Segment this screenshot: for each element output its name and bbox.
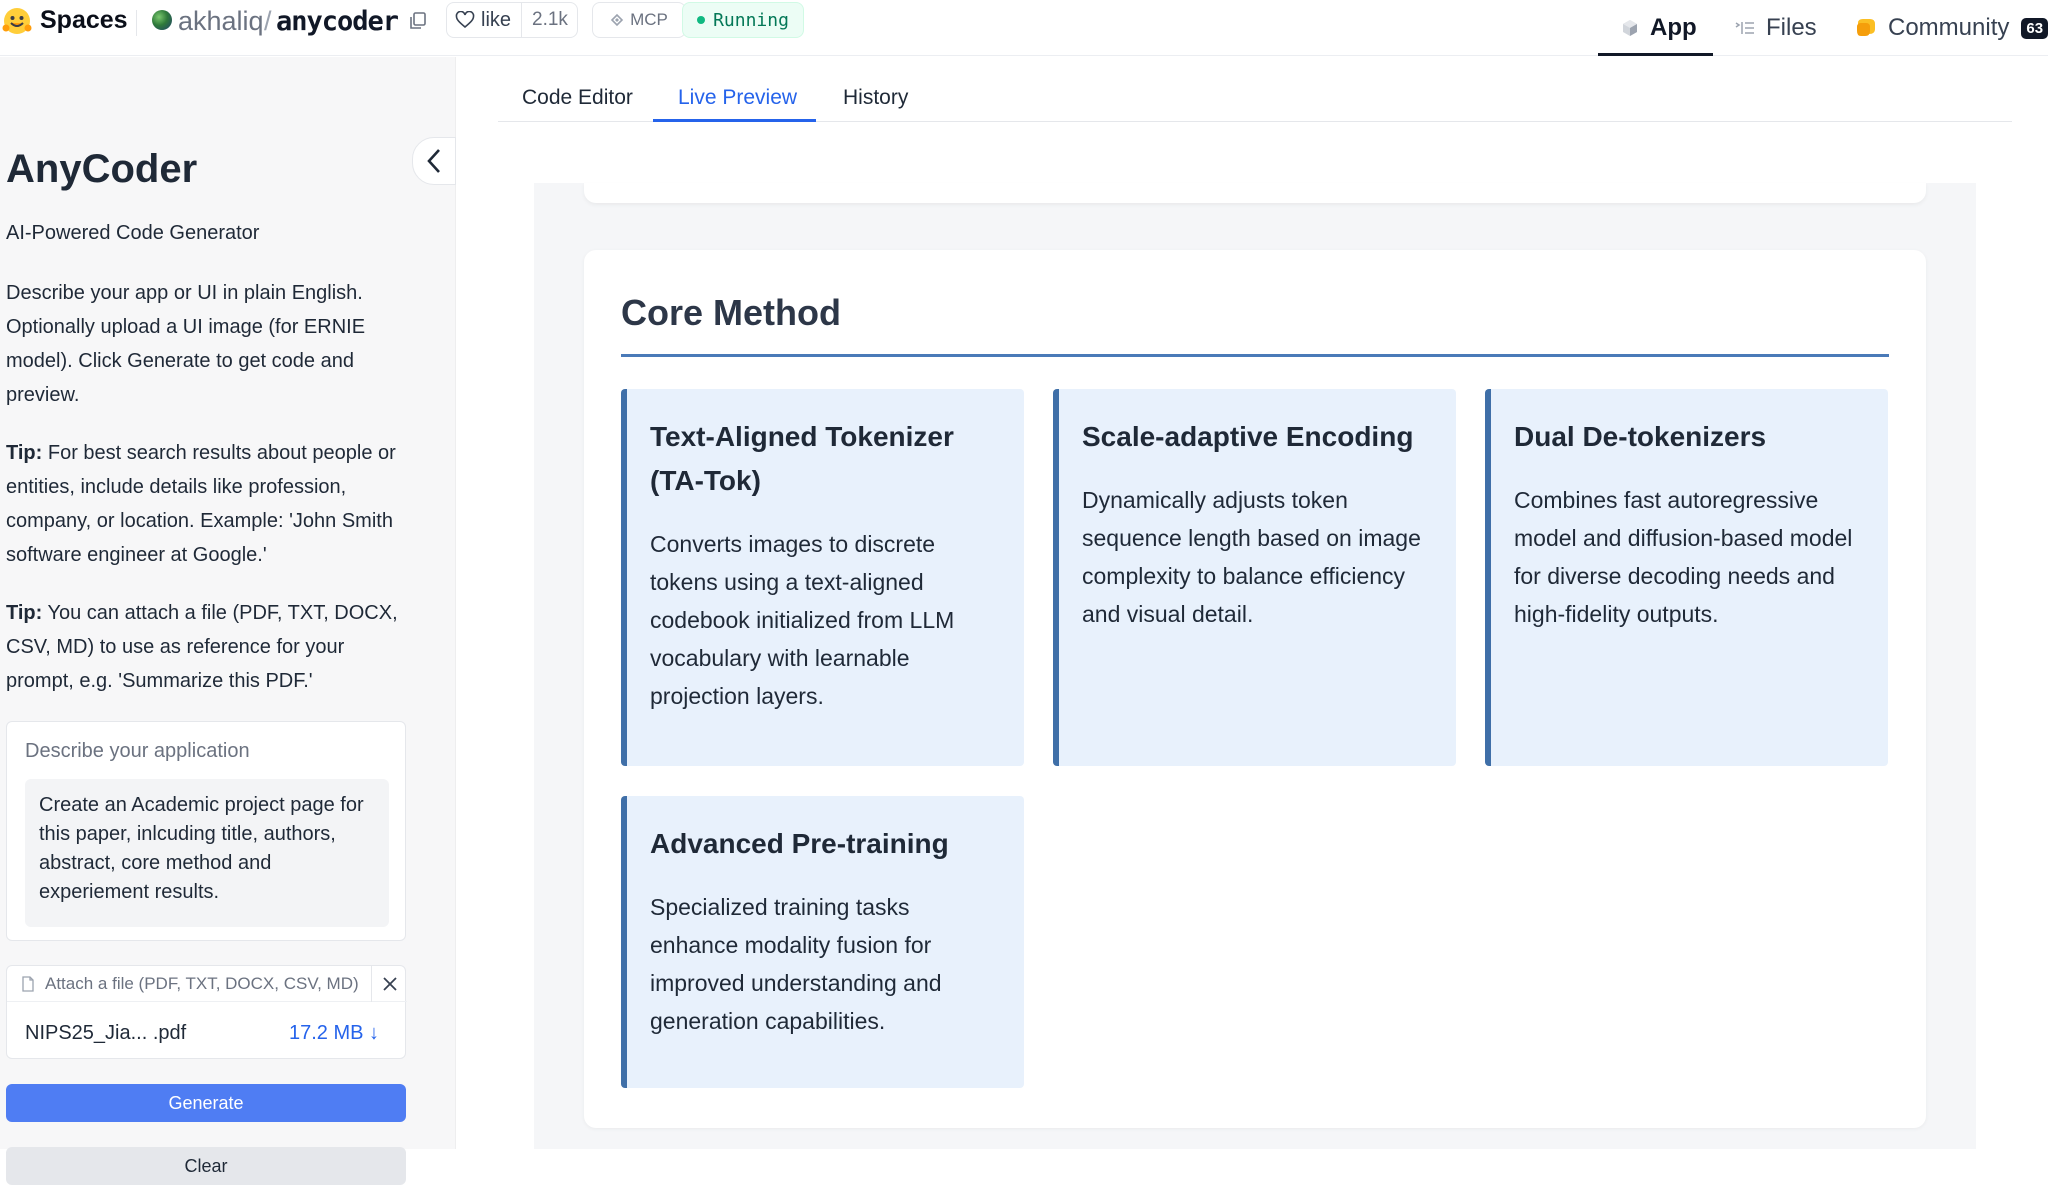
output-tabs: Code Editor Live Preview History (498, 80, 2012, 122)
nav-files[interactable]: Files (1734, 0, 1817, 56)
nav-files-label: Files (1766, 14, 1817, 41)
clear-button[interactable]: Clear (6, 1147, 406, 1185)
tip-label: Tip: (6, 442, 43, 464)
collapse-sidebar-button[interactable] (412, 137, 456, 185)
status-label: Running (713, 9, 789, 31)
repo-name-link[interactable]: anycoder (276, 6, 399, 37)
like-label: like (481, 8, 512, 31)
running-status-badge[interactable]: Running (682, 2, 804, 38)
method-card-text: Specialized training tasks enhance modal… (650, 894, 942, 1034)
mcp-label: MCP (630, 10, 668, 29)
app-title: AnyCoder (6, 147, 198, 191)
tip-search: Tip: For best search results about peopl… (6, 436, 416, 572)
nav-community[interactable]: Community 63 (1854, 0, 2048, 56)
files-icon (1735, 22, 1754, 34)
community-icon (1857, 19, 1875, 36)
section-divider (621, 354, 1889, 357)
attach-label-group: Attach a file (PDF, TXT, DOCX, CSV, MD) (21, 974, 359, 994)
method-card-text: Converts images to discrete tokens using… (650, 531, 955, 709)
top-bar: Spaces akhaliq / anycoder like 2.1k MCP … (0, 0, 2048, 56)
tab-code-editor[interactable]: Code Editor (522, 86, 633, 110)
uploaded-file-name: NIPS25_Jia... .pdf (25, 1022, 187, 1044)
tip-label: Tip: (6, 602, 43, 624)
mcp-button[interactable]: MCP (592, 2, 686, 38)
file-download-link[interactable]: 17.2 MB ↓ (289, 1022, 379, 1045)
section-title: Core Method (621, 292, 841, 333)
app-cube-icon (1623, 20, 1637, 36)
active-tab-indicator (653, 119, 816, 122)
file-upload: Attach a file (PDF, TXT, DOCX, CSV, MD) … (6, 965, 407, 1059)
nav-app[interactable]: App (1620, 0, 1697, 56)
nav-community-label: Community (1888, 14, 2010, 41)
divider (136, 10, 137, 36)
remove-file-button[interactable] (371, 966, 407, 1002)
core-method-section: Core Method Text-Aligned Tokenizer (TA-T… (584, 250, 1926, 1128)
repo-owner-avatar[interactable] (152, 10, 172, 30)
intro-text: Describe your app or UI in plain English… (6, 282, 366, 406)
nav-active-indicator (1598, 53, 1713, 56)
method-card-text: Dynamically adjusts token sequence lengt… (1082, 487, 1421, 627)
prompt-label: Describe your application (25, 740, 250, 762)
community-count-badge: 63 (2021, 17, 2048, 39)
file-upload-header: Attach a file (PDF, TXT, DOCX, CSV, MD) (7, 966, 407, 1002)
spaces-link[interactable]: Spaces (40, 6, 128, 35)
method-card: Advanced Pre-training Specialized traini… (621, 796, 1024, 1088)
nav-app-label: App (1650, 14, 1697, 41)
live-preview-frame[interactable]: Core Method Text-Aligned Tokenizer (TA-T… (534, 183, 1976, 1149)
app-subtitle: AI-Powered Code Generator (6, 222, 260, 244)
method-card: Dual De-tokenizers Combines fast autoreg… (1485, 389, 1888, 766)
heart-icon (455, 11, 475, 29)
hf-logo-icon[interactable] (2, 6, 32, 36)
copy-icon[interactable] (408, 10, 428, 32)
method-card-title: Advanced Pre-training (650, 828, 949, 859)
tip-text: You can attach a file (PDF, TXT, DOCX, C… (6, 602, 398, 692)
previous-section-card (584, 183, 1926, 203)
method-card-title: Scale-adaptive Encoding (1082, 421, 1414, 452)
chevron-left-icon (427, 149, 440, 173)
tab-history[interactable]: History (843, 86, 908, 110)
sidebar: AnyCoder AI-Powered Code Generator Descr… (0, 57, 456, 1185)
like-count[interactable]: 2.1k (522, 9, 578, 31)
like-button[interactable]: like 2.1k (446, 2, 578, 38)
tip-attach: Tip: You can attach a file (PDF, TXT, DO… (6, 596, 416, 698)
file-icon (22, 976, 34, 992)
tab-live-preview[interactable]: Live Preview (678, 86, 797, 110)
close-icon (382, 977, 397, 991)
attach-label: Attach a file (PDF, TXT, DOCX, CSV, MD) (45, 974, 359, 993)
prompt-textarea[interactable]: Create an Academic project page for this… (25, 779, 389, 927)
repo-separator: / (264, 6, 272, 36)
repo-owner-link[interactable]: akhaliq (178, 6, 264, 37)
method-card-title: Dual De-tokenizers (1514, 421, 1767, 452)
status-dot (697, 16, 706, 24)
prompt-field: Describe your application Create an Acad… (6, 721, 406, 941)
generate-button[interactable]: Generate (6, 1084, 406, 1122)
method-card: Scale-adaptive Encoding Dynamically adju… (1053, 389, 1456, 766)
mcp-icon (610, 13, 624, 27)
method-card: Text-Aligned Tokenizer (TA-Tok) Converts… (621, 389, 1024, 766)
method-card-title: Text-Aligned Tokenizer (TA-Tok) (650, 421, 954, 496)
like-label-group[interactable]: like (447, 3, 523, 37)
method-card-text: Combines fast autoregressive model and d… (1514, 487, 1853, 627)
tip-text: For best search results about people or … (6, 442, 396, 566)
